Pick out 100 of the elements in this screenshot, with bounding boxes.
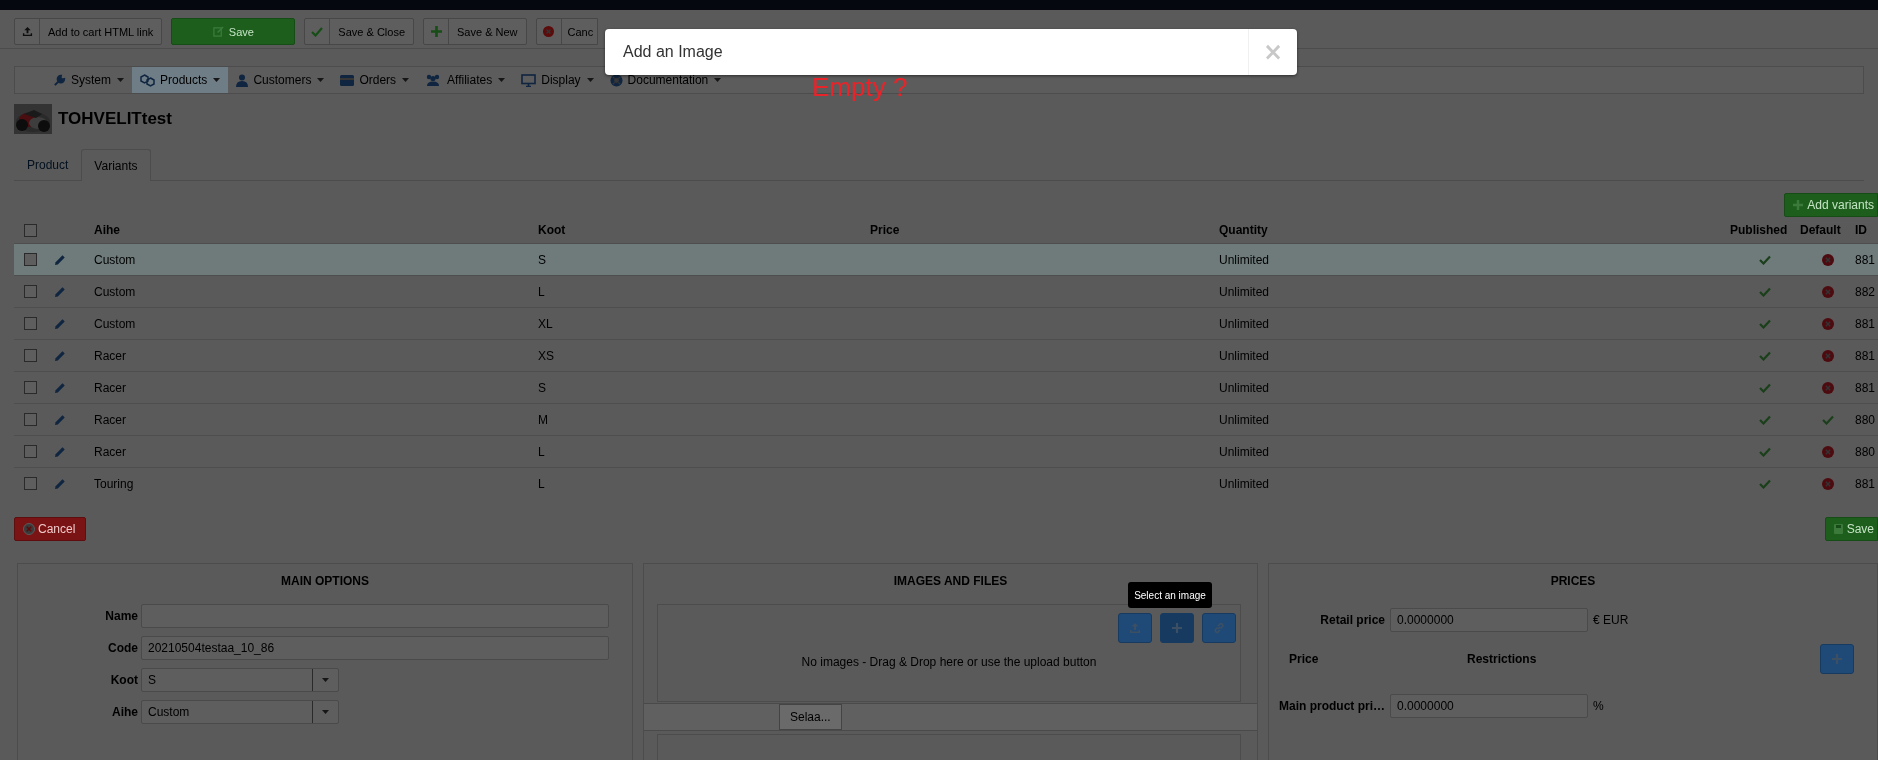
- table-row[interactable]: Racer M Unlimited 880: [14, 403, 1878, 435]
- input-field[interactable]: 20210504testaa_10_86: [141, 636, 609, 660]
- menu-item[interactable]: Orders: [332, 67, 418, 93]
- cross-icon[interactable]: [1821, 445, 1834, 458]
- checkbox[interactable]: [24, 381, 37, 394]
- panel-title: PRICES: [1549, 573, 1597, 590]
- toolbar-button[interactable]: Save & New: [423, 18, 527, 45]
- menu-item[interactable]: Products: [132, 67, 229, 93]
- upload-button[interactable]: [1118, 613, 1152, 643]
- toolbar-button[interactable]: Add to cart HTML link: [14, 18, 163, 45]
- table-row[interactable]: Custom XL Unlimited 881: [14, 307, 1878, 339]
- input-field[interactable]: 0.0000000: [1390, 694, 1588, 718]
- tab[interactable]: Variants: [81, 149, 151, 181]
- upload-icon: [21, 26, 33, 37]
- field-label: Retail price: [1319, 613, 1385, 627]
- checkbox[interactable]: [24, 413, 37, 426]
- user-icon: [236, 73, 249, 87]
- pencil-icon[interactable]: [54, 285, 66, 298]
- menu-item[interactable]: Affiliates: [417, 67, 514, 93]
- link-button[interactable]: [1202, 613, 1236, 643]
- file-input[interactable]: Selaa...: [644, 703, 1257, 731]
- add-price-button[interactable]: [1820, 644, 1854, 674]
- checkbox[interactable]: [24, 317, 37, 330]
- link-icon: [1213, 622, 1225, 634]
- pencil-icon[interactable]: [54, 445, 66, 458]
- check-icon[interactable]: [1759, 350, 1771, 361]
- check-icon[interactable]: [1759, 286, 1771, 297]
- checkbox[interactable]: [24, 445, 37, 458]
- upload-icon: [1129, 622, 1141, 634]
- table-row[interactable]: Racer L Unlimited 880: [14, 435, 1878, 467]
- checkbox[interactable]: [24, 253, 37, 266]
- checkbox[interactable]: [24, 223, 37, 237]
- menu-item[interactable]: System: [45, 67, 132, 93]
- cross-icon[interactable]: [1821, 477, 1834, 490]
- column-header: Price: [870, 223, 900, 237]
- pencil-icon[interactable]: [54, 349, 66, 362]
- check-icon[interactable]: [1759, 382, 1771, 393]
- table-cell: Unlimited: [1219, 284, 1269, 299]
- caret-icon: [586, 78, 594, 82]
- check-icon[interactable]: [1759, 446, 1771, 457]
- pencil-icon[interactable]: [54, 253, 66, 266]
- panel-title: MAIN OPTIONS: [280, 573, 370, 590]
- table-row[interactable]: Touring L Unlimited 881: [14, 467, 1878, 499]
- table-cell: 881: [1855, 380, 1876, 395]
- check-icon[interactable]: [1759, 414, 1771, 425]
- checkbox[interactable]: [24, 349, 37, 362]
- toolbar-button[interactable]: Save & Close: [304, 18, 414, 45]
- dropdown[interactable]: S: [141, 668, 339, 692]
- pencil-icon[interactable]: [54, 413, 66, 426]
- menu-item[interactable]: Customers: [228, 67, 333, 93]
- checkbox[interactable]: [24, 477, 37, 490]
- tooltip: Select an image: [1128, 582, 1212, 608]
- table-cell: XL: [538, 316, 553, 331]
- table-cell: L: [538, 284, 545, 299]
- cross-icon[interactable]: [1821, 317, 1834, 330]
- checkbox[interactable]: [24, 285, 37, 298]
- field-label: Aihe: [111, 705, 138, 719]
- table-cell: 882: [1855, 284, 1876, 299]
- check-icon[interactable]: [1759, 478, 1771, 489]
- close-button[interactable]: ×: [1262, 40, 1284, 64]
- table-cell: Touring: [94, 476, 134, 491]
- tab[interactable]: Product: [14, 149, 82, 180]
- input-field[interactable]: 0.0000000: [1390, 608, 1588, 632]
- cubes-icon: [140, 73, 155, 87]
- save-button[interactable]: Save: [1824, 516, 1878, 541]
- browse-button[interactable]: Selaa...: [779, 704, 842, 730]
- table-row[interactable]: Racer S Unlimited 881: [14, 371, 1878, 403]
- pencil-icon[interactable]: [54, 477, 66, 490]
- menu-item[interactable]: Display: [513, 67, 602, 93]
- table-row[interactable]: Custom S Unlimited 881: [14, 243, 1878, 275]
- empty-message: No images - Drag & Drop here or use the upload button: [800, 654, 1098, 669]
- cancel-button[interactable]: Cancel: [14, 516, 87, 541]
- add-image-button[interactable]: [1160, 613, 1194, 643]
- pencil-icon[interactable]: [54, 317, 66, 330]
- plus-icon: [1172, 623, 1182, 633]
- check-icon[interactable]: [1759, 254, 1771, 265]
- column-header: Price: [1289, 652, 1320, 666]
- table-cell: S: [538, 252, 546, 267]
- cross-icon[interactable]: [1821, 285, 1834, 298]
- save-button[interactable]: Save: [171, 18, 296, 45]
- cross-icon[interactable]: [1821, 381, 1834, 394]
- pencil-icon[interactable]: [54, 381, 66, 394]
- cross-icon[interactable]: [1821, 349, 1834, 362]
- table-row[interactable]: Racer XS Unlimited 881: [14, 339, 1878, 371]
- table-cell: L: [538, 476, 545, 491]
- table-cell: 881: [1855, 476, 1876, 491]
- field-label: Main product pri…: [1278, 699, 1385, 713]
- caret-icon: [117, 78, 124, 82]
- toolbar-button[interactable]: Canc: [535, 18, 599, 45]
- check-icon[interactable]: [1821, 414, 1834, 425]
- table-row[interactable]: Custom L Unlimited 882: [14, 275, 1878, 307]
- check-icon[interactable]: [1759, 318, 1771, 329]
- drop-zone[interactable]: No images - Drag & Drop here or use the upload button: [657, 604, 1241, 702]
- dropdown[interactable]: Custom: [141, 700, 339, 724]
- add-variants-button[interactable]: Add variants: [1784, 193, 1878, 217]
- check-icon: [311, 26, 324, 37]
- table-cell: Unlimited: [1219, 380, 1269, 395]
- cross-icon[interactable]: [1821, 253, 1834, 266]
- table-cell: L: [538, 444, 545, 459]
- caret-icon: [402, 78, 410, 82]
